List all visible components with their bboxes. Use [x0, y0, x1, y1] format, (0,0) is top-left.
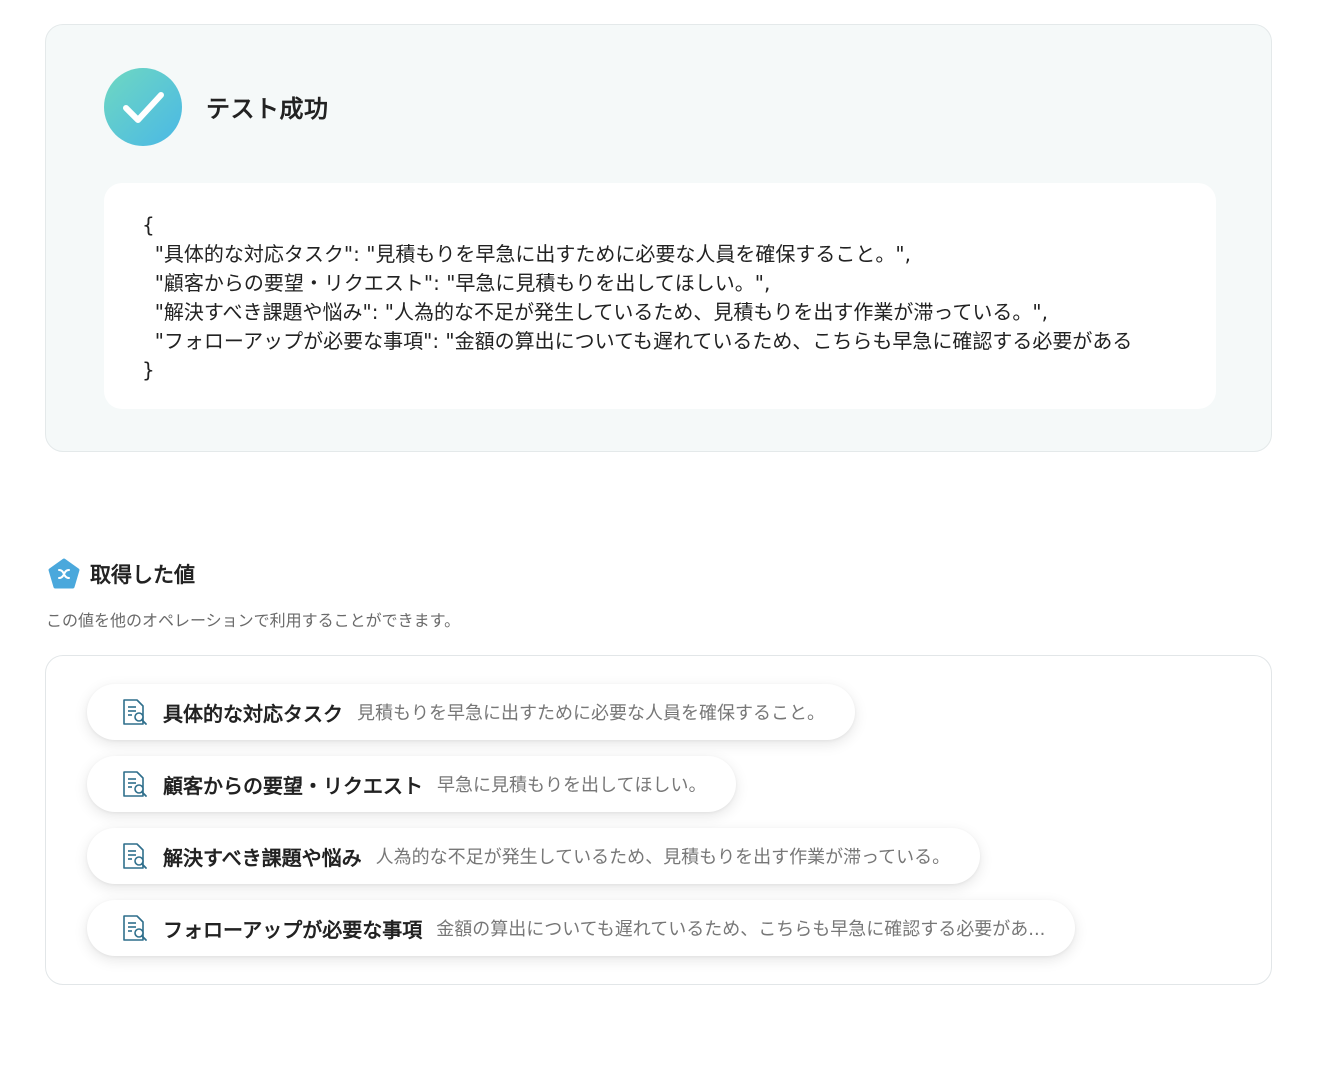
values-section-description: この値を他のオペレーションで利用することができます。: [46, 611, 461, 630]
test-success-title: テスト成功: [206, 95, 329, 123]
document-search-icon: [123, 699, 147, 725]
json-line: "解決すべき課題や悩み": "人為的な不足が発生しているため、見積もりを出す作業…: [142, 300, 1048, 324]
json-line: "具体的な対応タスク": "見積もりを早急に出すために必要な人員を確保すること。…: [142, 242, 911, 266]
value-item[interactable]: フォローアップが必要な事項 金額の算出についても遅れているため、こちらも早急に確…: [87, 900, 1076, 956]
json-line: "顧客からの要望・リクエスト": "早急に見積もりを出してほしい。",: [142, 271, 771, 295]
values-section-header: 取得した値: [48, 558, 195, 590]
value-item-value: 金額の算出についても遅れているため、こちらも早急に確認する必要があ...: [436, 919, 1046, 940]
json-line: "フォローアップが必要な事項": "金額の算出についても遅れているため、こちらも…: [142, 329, 1133, 353]
value-item[interactable]: 顧客からの要望・リクエスト 早急に見積もりを出してほしい。: [87, 756, 737, 812]
value-item-key: 解決すべき課題や悩み: [163, 845, 362, 870]
document-search-icon: [123, 771, 147, 797]
value-item[interactable]: 解決すべき課題や悩み 人為的な不足が発生しているため、見積もりを出す作業が滞って…: [87, 828, 981, 884]
value-item-value: 早急に見積もりを出してほしい。: [437, 775, 707, 796]
test-result-card: テスト成功 { "具体的な対応タスク": "見積もりを早急に出すために必要な人員…: [45, 24, 1272, 452]
json-line: {: [142, 213, 155, 237]
value-item-key: 具体的な対応タスク: [163, 701, 343, 726]
document-search-icon: [123, 915, 147, 941]
success-check-icon: [104, 68, 182, 146]
value-item-value: 人為的な不足が発生しているため、見積もりを出す作業が滞っている。: [375, 847, 951, 868]
json-line: }: [142, 358, 155, 382]
variable-badge-icon: [48, 558, 80, 589]
values-list: 具体的な対応タスク 見積もりを早急に出すために必要な人員を確保すること。 顧客か…: [45, 655, 1272, 985]
json-output: { "具体的な対応タスク": "見積もりを早急に出すために必要な人員を確保するこ…: [104, 183, 1216, 409]
value-item-key: フォローアップが必要な事項: [163, 917, 423, 942]
values-section-title: 取得した値: [90, 563, 195, 587]
value-item[interactable]: 具体的な対応タスク 見積もりを早急に出すために必要な人員を確保すること。: [87, 684, 855, 740]
document-search-icon: [123, 843, 147, 869]
value-item-value: 見積もりを早急に出すために必要な人員を確保すること。: [357, 703, 825, 724]
value-item-key: 顧客からの要望・リクエスト: [163, 773, 423, 798]
